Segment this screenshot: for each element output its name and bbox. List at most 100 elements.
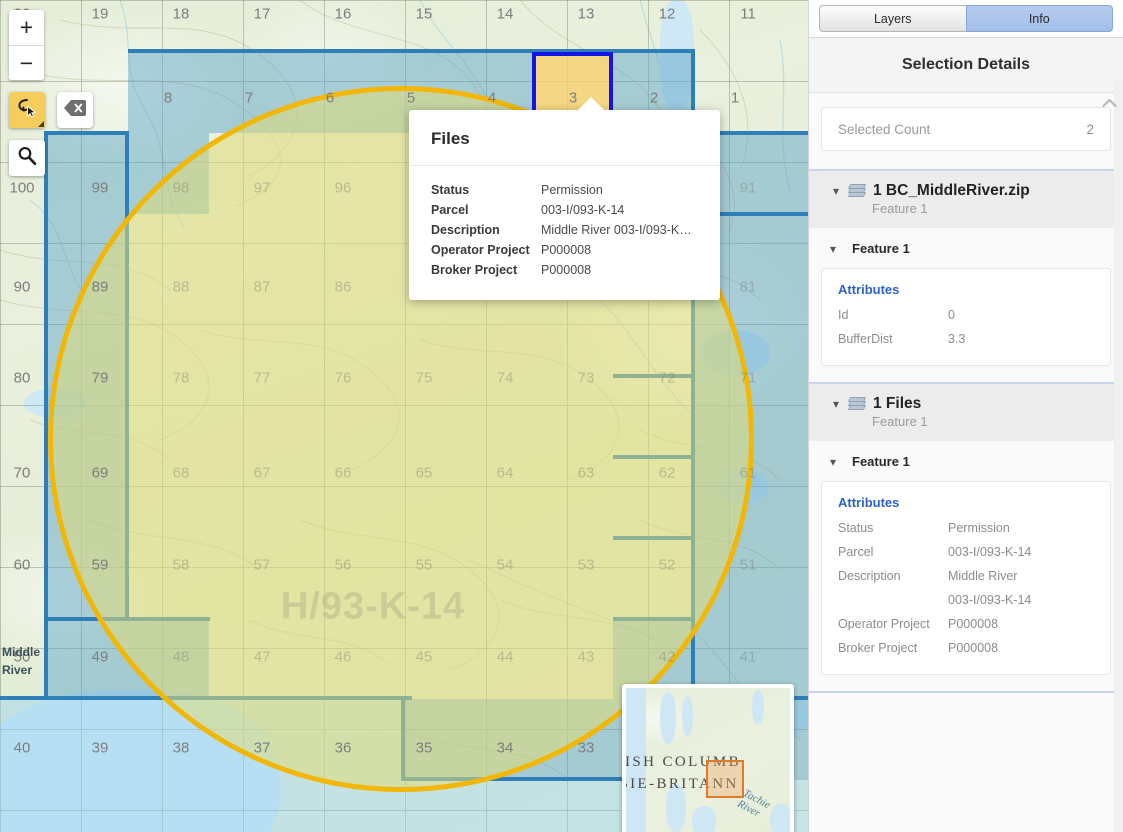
- grid-number: 58: [173, 557, 190, 574]
- map-label-river: River: [2, 663, 32, 677]
- attributes-title: Attributes: [838, 282, 1094, 297]
- grid-number: 8: [164, 90, 172, 107]
- info-sidebar: Layers Info Selection Details Selected C…: [808, 0, 1123, 832]
- grid-number: 96: [335, 180, 352, 197]
- feature-popup[interactable]: Files StatusPermissionParcel003-I/093-K-…: [409, 110, 720, 300]
- clear-selection-button[interactable]: [57, 92, 93, 128]
- attribute-value-line1: P000008: [948, 641, 998, 655]
- attribute-value: 3.3: [948, 327, 965, 351]
- search-button[interactable]: [9, 140, 45, 176]
- grid-number: 61: [740, 465, 757, 482]
- attribute-row: Broker ProjectP000008: [838, 636, 1094, 660]
- feature-toggle-row[interactable]: ▾Feature 1: [809, 441, 1123, 481]
- grid-number: 7: [245, 90, 253, 107]
- grid-number: 65: [416, 465, 433, 482]
- grid-number: 81: [740, 279, 757, 296]
- feature-groups-container: ▾1 BC_MiddleRiver.zipFeature 1▾Feature 1…: [809, 169, 1123, 675]
- grid-number: 70: [14, 465, 31, 482]
- grid-number: 3: [569, 90, 577, 107]
- chevron-up-icon[interactable]: [1102, 95, 1117, 113]
- attribute-key: Operator Project: [838, 612, 948, 636]
- grid-number: 67: [254, 465, 271, 482]
- popup-attribute-key: Broker Project: [431, 260, 541, 280]
- sidebar-scrollbar[interactable]: [1114, 79, 1123, 832]
- chevron-down-icon[interactable]: ▾: [833, 185, 849, 197]
- grid-number: 59: [92, 557, 109, 574]
- select-lasso-tool-button[interactable]: [9, 92, 45, 128]
- app-root: 2019181716151413121187654321100999897969…: [0, 0, 1123, 832]
- attribute-key: Broker Project: [838, 636, 948, 660]
- grid-number: 49: [92, 649, 109, 666]
- grid-number: 91: [740, 180, 757, 197]
- grid-number: 6: [326, 90, 334, 107]
- attributes-card: AttributesStatusPermissionParcel003-I/09…: [821, 481, 1111, 675]
- grid-number: 77: [254, 370, 271, 387]
- inset-water-lake-d: [692, 806, 716, 832]
- inset-river-label: Tachie River: [735, 787, 790, 832]
- grid-number: 63: [578, 465, 595, 482]
- grid-number: 60: [14, 557, 31, 574]
- attribute-value: 003-I/093-K-14: [948, 540, 1031, 564]
- grid-number: 16: [335, 6, 352, 23]
- selected-count-field: Selected Count 2: [821, 107, 1111, 151]
- chevron-down-icon[interactable]: ▾: [833, 398, 849, 410]
- feature-group-title: 1 Files: [873, 395, 921, 413]
- inset-water-lake-a: [660, 692, 676, 744]
- sidebar-tabbar: Layers Info: [809, 0, 1123, 38]
- zoom-in-button[interactable]: +: [9, 10, 44, 45]
- grid-number: 2: [650, 90, 658, 107]
- inset-water-lake-b: [682, 696, 693, 736]
- attribute-row: BufferDist3.3: [838, 327, 1094, 351]
- attribute-row: Id0: [838, 303, 1094, 327]
- zoom-out-button[interactable]: −: [9, 45, 44, 80]
- grid-number: 71: [740, 370, 757, 387]
- tab-info[interactable]: Info: [966, 5, 1114, 32]
- attribute-value-line1: 0: [948, 308, 955, 322]
- attributes-card: Attributes Id0BufferDist3.3: [821, 268, 1111, 366]
- attribute-value-line1: Middle River: [948, 569, 1017, 583]
- feature-group-header[interactable]: ▾1 BC_MiddleRiver.zipFeature 1: [809, 171, 1123, 228]
- grid-number: 78: [173, 370, 190, 387]
- attribute-value-line2: 003-I/093-K-14: [948, 588, 1031, 612]
- grid-number: 73: [578, 370, 595, 387]
- grid-number: 19: [92, 6, 109, 23]
- selection-outline: [47, 131, 128, 135]
- grid-number: 4: [488, 90, 496, 107]
- grid-number: 88: [173, 279, 190, 296]
- tab-layers[interactable]: Layers: [819, 5, 966, 32]
- overview-inset-map[interactable]: ITISH COLUMB MBIE-BRITANN Tachie River: [622, 684, 794, 832]
- sidebar-footer-spacer: [809, 691, 1123, 781]
- feature-label: Feature 1: [852, 241, 910, 256]
- popup-attribute-row: Operator ProjectP000008: [431, 240, 698, 260]
- grid-number: 55: [416, 557, 433, 574]
- grid-number: 80: [14, 370, 31, 387]
- grid-number: 66: [335, 465, 352, 482]
- grid-number: 86: [335, 279, 352, 296]
- grid-number: 17: [254, 6, 271, 23]
- popup-attribute-row: Broker ProjectP000008: [431, 260, 698, 280]
- grid-number: 5: [407, 90, 415, 107]
- grid-number: 37: [254, 740, 271, 757]
- feature-toggle-row[interactable]: ▾ Feature 1: [809, 228, 1123, 268]
- grid-number: 79: [92, 370, 109, 387]
- grid-number: 11: [740, 6, 756, 23]
- chevron-down-icon[interactable]: ▾: [830, 456, 846, 468]
- sidebar-scroll-region[interactable]: Selection Details Selected Count 2 ▾1 BC…: [809, 38, 1123, 832]
- attribute-value: P000008: [948, 636, 998, 660]
- grid-number: 89: [92, 279, 109, 296]
- feature-group: ▾1 FilesFeature 1▾Feature 1AttributesSta…: [809, 382, 1123, 675]
- attribute-value: Middle River 003-I/093-K-14: [948, 564, 1031, 612]
- map-viewport[interactable]: 2019181716151413121187654321100999897969…: [0, 0, 808, 832]
- popup-attribute-value: Permission: [541, 180, 603, 200]
- chevron-down-icon[interactable]: ▾: [830, 243, 846, 255]
- grid-number: 41: [740, 649, 757, 666]
- grid-number: 69: [92, 465, 109, 482]
- grid-number: 12: [659, 6, 676, 23]
- attribute-key: Parcel: [838, 540, 948, 564]
- overview-inset-canvas: ITISH COLUMB MBIE-BRITANN Tachie River: [626, 688, 790, 832]
- layers-stack-icon: [849, 397, 865, 411]
- feature-group-header[interactable]: ▾1 FilesFeature 1: [809, 384, 1123, 441]
- grid-number: 72: [659, 370, 676, 387]
- selected-count-label: Selected Count: [838, 122, 930, 137]
- grid-number: 33: [578, 740, 595, 757]
